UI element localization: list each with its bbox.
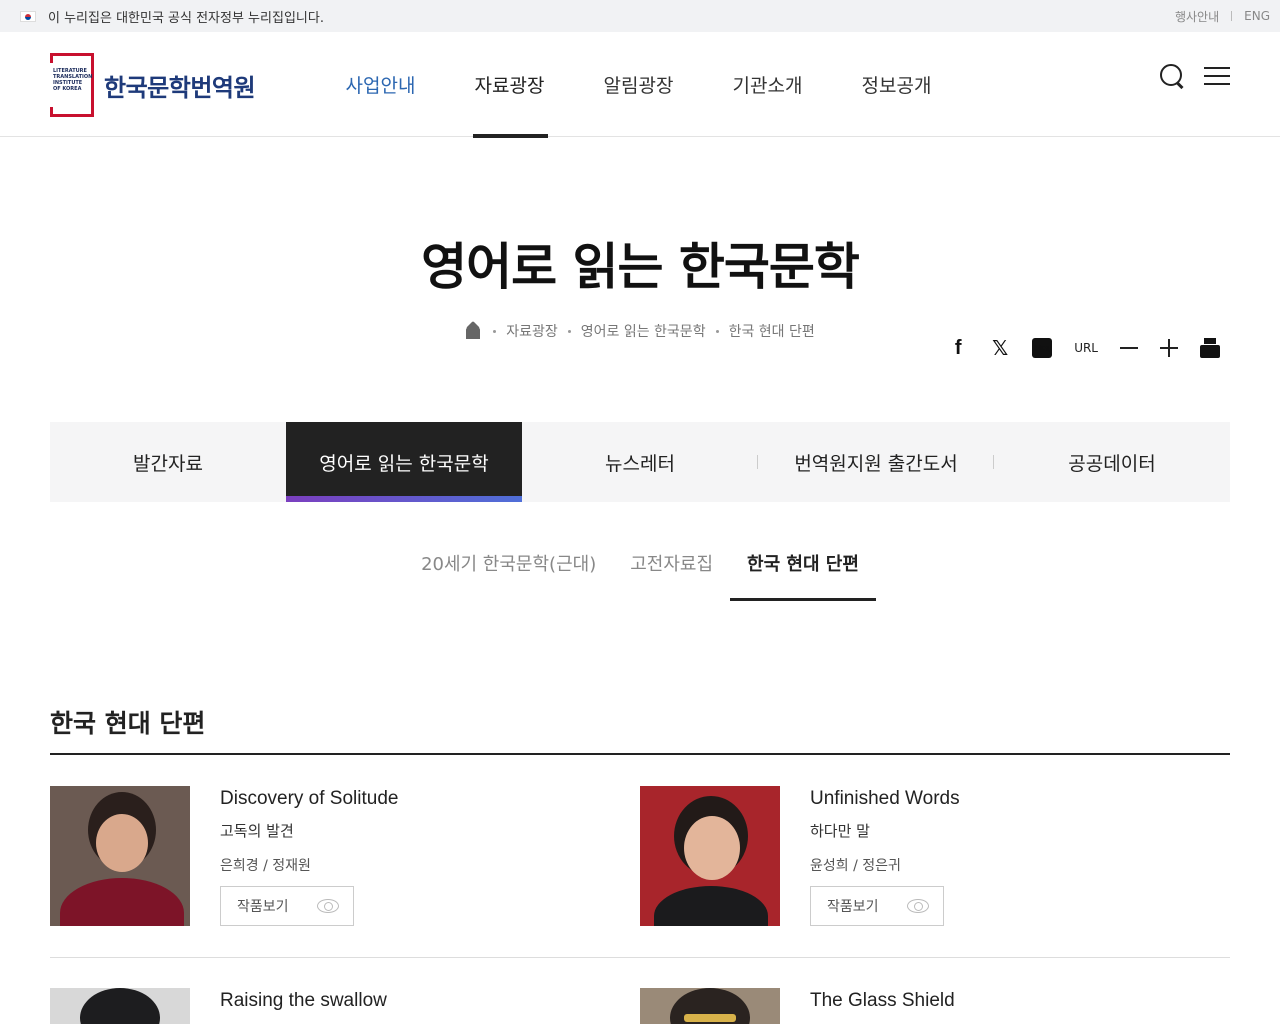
divider [1231, 11, 1233, 21]
logo-mini-text: LITERATURE TRANSLATION INSTITUTE OF KORE… [53, 68, 93, 92]
author-photo[interactable] [640, 786, 780, 926]
work-title-ko: 고독의 발견 [220, 822, 294, 840]
tab-supported-books[interactable]: 번역원지원 출간도서 [758, 422, 994, 502]
tab-korean-lit-english[interactable]: 영어로 읽는 한국문학 [286, 422, 522, 502]
blog-icon[interactable]: blog [1032, 338, 1053, 358]
breadcrumb-item[interactable]: 자료광장 [506, 321, 558, 341]
row-divider [50, 957, 640, 958]
page-title: 영어로 읽는 한국문학 [421, 238, 860, 296]
header-icons [1158, 62, 1230, 90]
gov-banner: 이 누리집은 대한민국 공식 전자정부 누리집입니다. 행사안내 ENG [0, 0, 1280, 32]
work-authors: 은희경 / 정재원 [220, 858, 311, 874]
section-title: 한국 현대 단편 [50, 709, 206, 738]
event-info-link[interactable]: 행사안내 [1175, 8, 1219, 25]
utility-links: 행사안내 ENG [1175, 8, 1270, 25]
work-authors: 윤성희 / 정은귀 [810, 858, 901, 874]
author-photo[interactable] [640, 988, 780, 1024]
subtab-20th-century[interactable]: 20세기 한국문학(근대) [404, 540, 613, 601]
sub-tabs: 20세기 한국문학(근대) 고전자료집 한국 현대 단편 [0, 540, 1280, 601]
breadcrumb-item[interactable]: 영어로 읽는 한국문학 [581, 321, 706, 341]
breadcrumb-separator [715, 329, 719, 333]
breadcrumb-separator [493, 329, 497, 333]
korea-flag-icon [20, 10, 36, 22]
site-logo[interactable]: LITERATURE TRANSLATION INSTITUTE OF KORE… [50, 53, 256, 117]
view-work-button[interactable]: 작품보기 [810, 886, 944, 926]
zoom-in-icon[interactable] [1160, 339, 1178, 357]
list-item: Raising the swallow [50, 988, 387, 1024]
eye-icon [907, 899, 929, 913]
breadcrumb-separator [567, 329, 571, 333]
tab-newsletter[interactable]: 뉴스레터 [522, 422, 758, 502]
url-copy-button[interactable]: URL [1074, 341, 1098, 355]
facebook-icon[interactable]: f [948, 337, 968, 359]
work-title-en[interactable]: Unfinished Words [810, 788, 960, 810]
view-work-button[interactable]: 작품보기 [220, 886, 354, 926]
list-item: The Glass Shield [640, 988, 955, 1024]
nav-disclosure[interactable]: 정보공개 [832, 32, 961, 137]
share-tools: f 𝕏 blog URL [948, 336, 1220, 360]
work-title-en[interactable]: Raising the swallow [220, 990, 387, 1012]
logo-mark: LITERATURE TRANSLATION INSTITUTE OF KORE… [50, 53, 94, 117]
nav-resources[interactable]: 자료광장 [445, 32, 574, 138]
eng-link[interactable]: ENG [1244, 9, 1270, 23]
list-item: Unfinished Words 하다만 말 윤성희 / 정은귀 작품보기 [640, 786, 960, 926]
nav-notice[interactable]: 알림광장 [574, 32, 703, 137]
tab-public-data[interactable]: 공공데이터 [994, 422, 1230, 502]
author-photo[interactable] [50, 988, 190, 1024]
site-header: LITERATURE TRANSLATION INSTITUTE OF KORE… [0, 32, 1280, 138]
view-work-label: 작품보기 [827, 899, 879, 915]
row-divider [640, 957, 1230, 958]
work-title-en[interactable]: The Glass Shield [810, 990, 955, 1012]
subtab-modern-short[interactable]: 한국 현대 단편 [730, 540, 876, 601]
print-icon[interactable] [1200, 338, 1220, 358]
eye-icon [317, 899, 339, 913]
page-title-area: 영어로 읽는 한국문학 자료광장 영어로 읽는 한국문학 한국 현대 단편 [0, 137, 1280, 341]
home-icon[interactable] [465, 323, 481, 339]
nav-about[interactable]: 기관소개 [703, 32, 832, 137]
view-work-label: 작품보기 [237, 899, 289, 915]
zoom-out-icon[interactable] [1120, 347, 1138, 349]
nav-business[interactable]: 사업안내 [316, 32, 445, 137]
menu-icon[interactable] [1204, 63, 1230, 89]
tab-publications[interactable]: 발간자료 [50, 422, 286, 502]
list-item: Discovery of Solitude 고독의 발견 은희경 / 정재원 작… [50, 786, 398, 926]
section-divider [50, 753, 1230, 755]
search-icon[interactable] [1158, 62, 1186, 90]
main-nav: 사업안내 자료광장 알림광장 기관소개 정보공개 [316, 32, 961, 138]
subtab-classics[interactable]: 고전자료집 [613, 540, 730, 601]
work-title-en[interactable]: Discovery of Solitude [220, 788, 398, 810]
author-photo[interactable] [50, 786, 190, 926]
gov-banner-text[interactable]: 이 누리집은 대한민국 공식 전자정부 누리집입니다. [48, 7, 1175, 26]
logo-text: 한국문학번역원 [104, 73, 256, 102]
content-tabs: 발간자료 영어로 읽는 한국문학 뉴스레터 번역원지원 출간도서 공공데이터 [50, 422, 1230, 502]
breadcrumb-item[interactable]: 한국 현대 단편 [729, 321, 815, 341]
x-twitter-icon[interactable]: 𝕏 [990, 336, 1010, 360]
work-title-ko: 하다만 말 [810, 822, 870, 840]
